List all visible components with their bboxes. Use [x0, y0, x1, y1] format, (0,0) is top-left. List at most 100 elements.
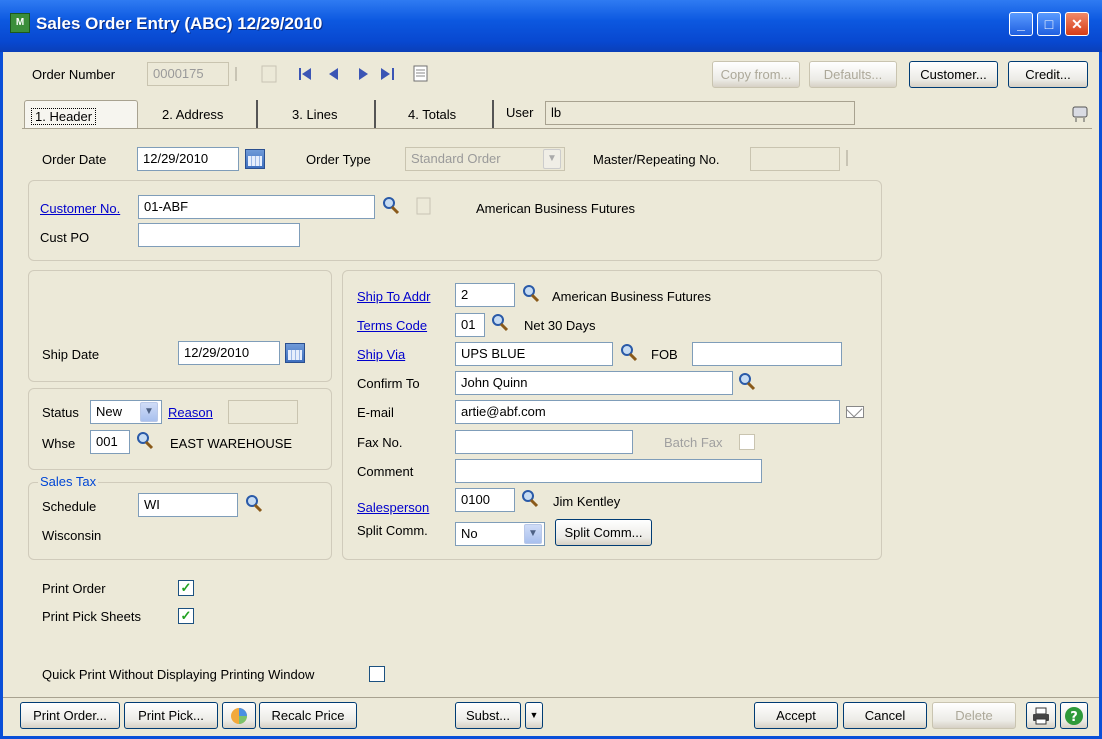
ship-via-link[interactable]: Ship Via: [357, 347, 405, 362]
terms-code-field[interactable]: 01: [455, 313, 485, 337]
print-button[interactable]: [1026, 702, 1056, 729]
split-comm-chevron-down-icon[interactable]: ▼: [524, 524, 542, 544]
quick-print-checkbox[interactable]: [369, 666, 385, 682]
order-lookup-icons: [235, 65, 277, 83]
reason-link[interactable]: Reason: [168, 405, 213, 420]
printer-icon: [1033, 707, 1049, 725]
title-bar: M Sales Order Entry (ABC) 12/29/2010 _ □…: [0, 0, 1102, 52]
recalc-price-button[interactable]: Recalc Price: [259, 702, 357, 729]
previous-record-icon[interactable]: [326, 66, 342, 82]
quick-print-label: Quick Print Without Displaying Printing …: [42, 667, 315, 682]
email-label: E-mail: [357, 405, 394, 420]
salesperson-field[interactable]: 0100: [455, 488, 515, 512]
master-repeating-field[interactable]: [750, 147, 840, 171]
terms-code-link[interactable]: Terms Code: [357, 318, 427, 333]
panel-options-icon[interactable]: [1070, 104, 1090, 124]
order-type-select[interactable]: Standard Order: [405, 147, 565, 171]
salesperson-link[interactable]: Salesperson: [357, 500, 429, 515]
ship-date-calendar-icon[interactable]: [285, 343, 305, 363]
accept-button[interactable]: Accept: [754, 702, 838, 729]
confirm-to-field[interactable]: John Quinn: [455, 371, 733, 395]
delete-button[interactable]: Delete: [932, 702, 1016, 729]
fax-field[interactable]: [455, 430, 633, 454]
ship-to-addr-link[interactable]: Ship To Addr: [357, 289, 430, 304]
tab-header[interactable]: 1. Header: [24, 100, 138, 128]
comment-field[interactable]: [455, 459, 762, 483]
order-number-field[interactable]: 0000175: [147, 62, 229, 86]
reason-field[interactable]: [228, 400, 298, 424]
whse-name: EAST WAREHOUSE: [170, 436, 293, 451]
order-date-calendar-icon[interactable]: [245, 149, 265, 169]
first-record-icon[interactable]: [297, 66, 317, 82]
schedule-field[interactable]: WI: [138, 493, 238, 517]
customer-name: American Business Futures: [476, 201, 635, 216]
print-order-label: Print Order: [42, 581, 106, 596]
close-button[interactable]: ✕: [1065, 12, 1089, 36]
terms-search-icon[interactable]: [490, 313, 510, 333]
schedule-search-icon[interactable]: [244, 494, 264, 514]
color-wheel-button[interactable]: [222, 702, 256, 729]
last-record-icon[interactable]: [378, 66, 398, 82]
cust-po-label: Cust PO: [40, 230, 90, 245]
ship-to-field[interactable]: 2: [455, 283, 515, 307]
whse-field[interactable]: 001: [90, 430, 130, 454]
customer-search-icon[interactable]: [381, 196, 401, 216]
order-date-field[interactable]: 12/29/2010: [137, 147, 239, 171]
whse-search-icon[interactable]: [135, 431, 155, 451]
fax-label: Fax No.: [357, 435, 403, 450]
salesperson-search-icon[interactable]: [520, 489, 540, 509]
lookup-list-icon[interactable]: [412, 64, 430, 82]
next-record-icon[interactable]: [355, 66, 371, 82]
customer-button[interactable]: Customer...: [909, 61, 998, 88]
print-order-button[interactable]: Print Order...: [20, 702, 120, 729]
email-field[interactable]: artie@abf.com: [455, 400, 840, 424]
master-lookup-icon: [846, 150, 848, 166]
terms-name: Net 30 Days: [524, 318, 596, 333]
defaults-button[interactable]: Defaults...: [809, 61, 897, 88]
print-pick-checkbox[interactable]: ✓: [178, 608, 194, 624]
customer-no-field[interactable]: 01-ABF: [138, 195, 375, 219]
help-icon: ?: [1065, 707, 1083, 725]
app-icon: M: [10, 13, 30, 33]
ship-date-field[interactable]: 12/29/2010: [178, 341, 280, 365]
order-number-label: Order Number: [32, 67, 116, 82]
ship-via-search-icon[interactable]: [619, 343, 639, 363]
fob-label: FOB: [651, 347, 678, 362]
credit-button[interactable]: Credit...: [1008, 61, 1088, 88]
help-button[interactable]: ?: [1060, 702, 1088, 729]
split-comm-button[interactable]: Split Comm...: [555, 519, 652, 546]
cancel-button[interactable]: Cancel: [843, 702, 927, 729]
tab-lines[interactable]: 3. Lines: [270, 100, 376, 128]
print-order-checkbox[interactable]: ✓: [178, 580, 194, 596]
subst-dropdown-icon[interactable]: ▼: [525, 702, 543, 729]
batch-fax-label: Batch Fax: [664, 435, 723, 450]
print-pick-label: Print Pick Sheets: [42, 609, 141, 624]
cust-po-field[interactable]: [138, 223, 300, 247]
fob-field[interactable]: [692, 342, 842, 366]
copy-from-button[interactable]: Copy from...: [712, 61, 800, 88]
ship-to-search-icon[interactable]: [521, 284, 541, 304]
customer-no-link[interactable]: Customer No.: [40, 201, 120, 216]
batch-fax-checkbox[interactable]: [739, 434, 755, 450]
tab-totals[interactable]: 4. Totals: [388, 100, 494, 128]
confirm-to-search-icon[interactable]: [737, 372, 757, 392]
status-chevron-down-icon[interactable]: ▼: [140, 402, 158, 422]
ship-date-panel: [28, 270, 332, 382]
minimize-button[interactable]: _: [1009, 12, 1033, 36]
customer-panel: [28, 180, 882, 261]
mail-icon[interactable]: [846, 406, 864, 418]
ship-via-field[interactable]: UPS BLUE: [455, 342, 613, 366]
order-date-label: Order Date: [42, 152, 107, 167]
customer-memo-icon: [416, 197, 431, 215]
print-pick-button[interactable]: Print Pick...: [124, 702, 218, 729]
chevron-down-icon[interactable]: ▼: [543, 149, 561, 169]
master-repeating-label: Master/Repeating No.: [593, 152, 720, 167]
maximize-button[interactable]: □: [1037, 12, 1061, 36]
confirm-to-label: Confirm To: [357, 376, 420, 391]
ship-date-label: Ship Date: [42, 347, 100, 362]
whse-label: Whse: [42, 436, 76, 451]
bottom-divider: [3, 697, 1099, 698]
schedule-label: Schedule: [42, 499, 97, 514]
subst-button[interactable]: Subst...: [455, 702, 521, 729]
tab-address[interactable]: 2. Address: [148, 100, 258, 128]
